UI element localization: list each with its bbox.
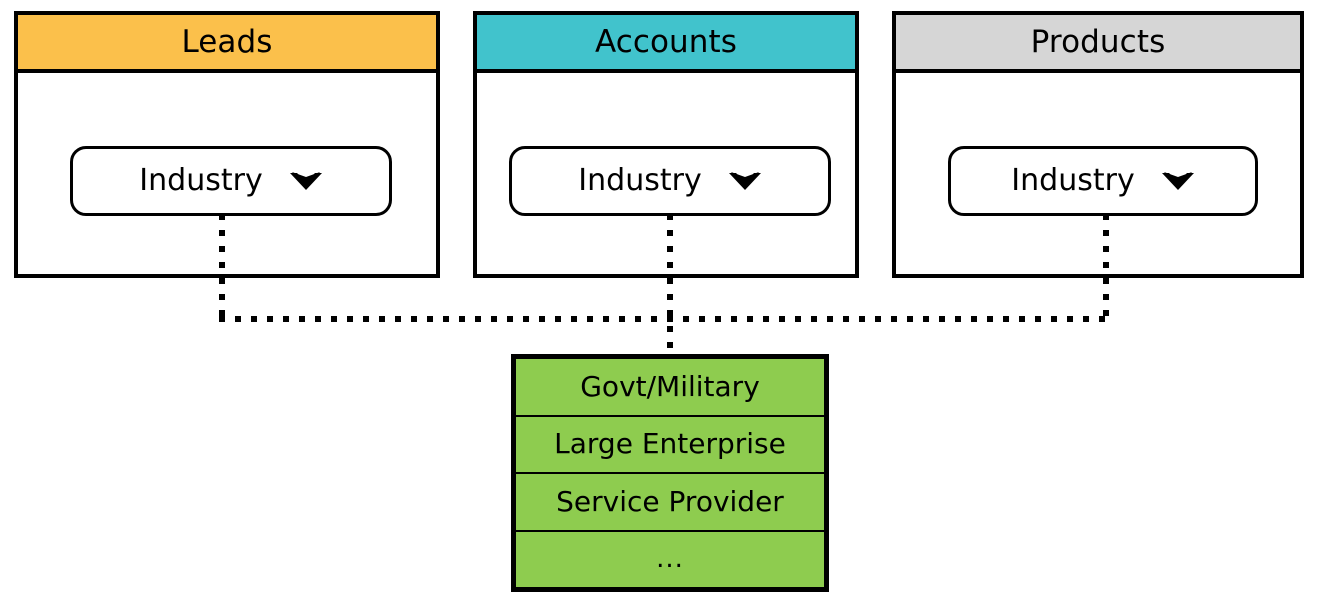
- chevron-down-icon: [289, 170, 323, 192]
- connector-shared-bus: [219, 316, 1109, 322]
- industry-dropdown-leads-label: Industry: [139, 163, 263, 198]
- option-label: Large Enterprise: [554, 427, 786, 461]
- connector-products-vertical: [1103, 214, 1109, 322]
- chevron-down-icon: [1161, 170, 1195, 192]
- list-item[interactable]: Service Provider: [516, 474, 824, 532]
- option-label: Service Provider: [556, 484, 784, 518]
- entity-card-leads-title: Leads: [181, 23, 273, 60]
- list-item[interactable]: ...: [516, 532, 824, 588]
- chevron-down-icon: [728, 170, 762, 192]
- industry-dropdown-leads[interactable]: Industry: [70, 146, 392, 216]
- industry-dropdown-products-label: Industry: [1011, 163, 1135, 198]
- industry-dropdown-accounts[interactable]: Industry: [509, 146, 831, 216]
- connector-accounts-vertical: [667, 214, 673, 356]
- entity-card-accounts-title: Accounts: [594, 23, 738, 60]
- diagram-canvas: Leads Industry Accounts Industry Product…: [0, 0, 1318, 606]
- entity-card-leads-header: Leads: [18, 15, 436, 73]
- option-label: ...: [656, 544, 684, 575]
- entity-card-products: Products Industry: [892, 11, 1304, 278]
- industry-options-list: Govt/Military Large Enterprise Service P…: [511, 354, 829, 592]
- industry-dropdown-accounts-label: Industry: [578, 163, 702, 198]
- entity-card-accounts-header: Accounts: [477, 15, 855, 73]
- entity-card-accounts: Accounts Industry: [473, 11, 859, 278]
- option-label: Govt/Military: [580, 369, 760, 403]
- list-item[interactable]: Large Enterprise: [516, 417, 824, 474]
- connector-leads-vertical: [219, 214, 225, 322]
- entity-card-products-title: Products: [1030, 23, 1166, 60]
- list-item[interactable]: Govt/Military: [516, 359, 824, 417]
- entity-card-leads: Leads Industry: [14, 11, 440, 278]
- entity-card-products-header: Products: [896, 15, 1300, 73]
- industry-dropdown-products[interactable]: Industry: [948, 146, 1258, 216]
